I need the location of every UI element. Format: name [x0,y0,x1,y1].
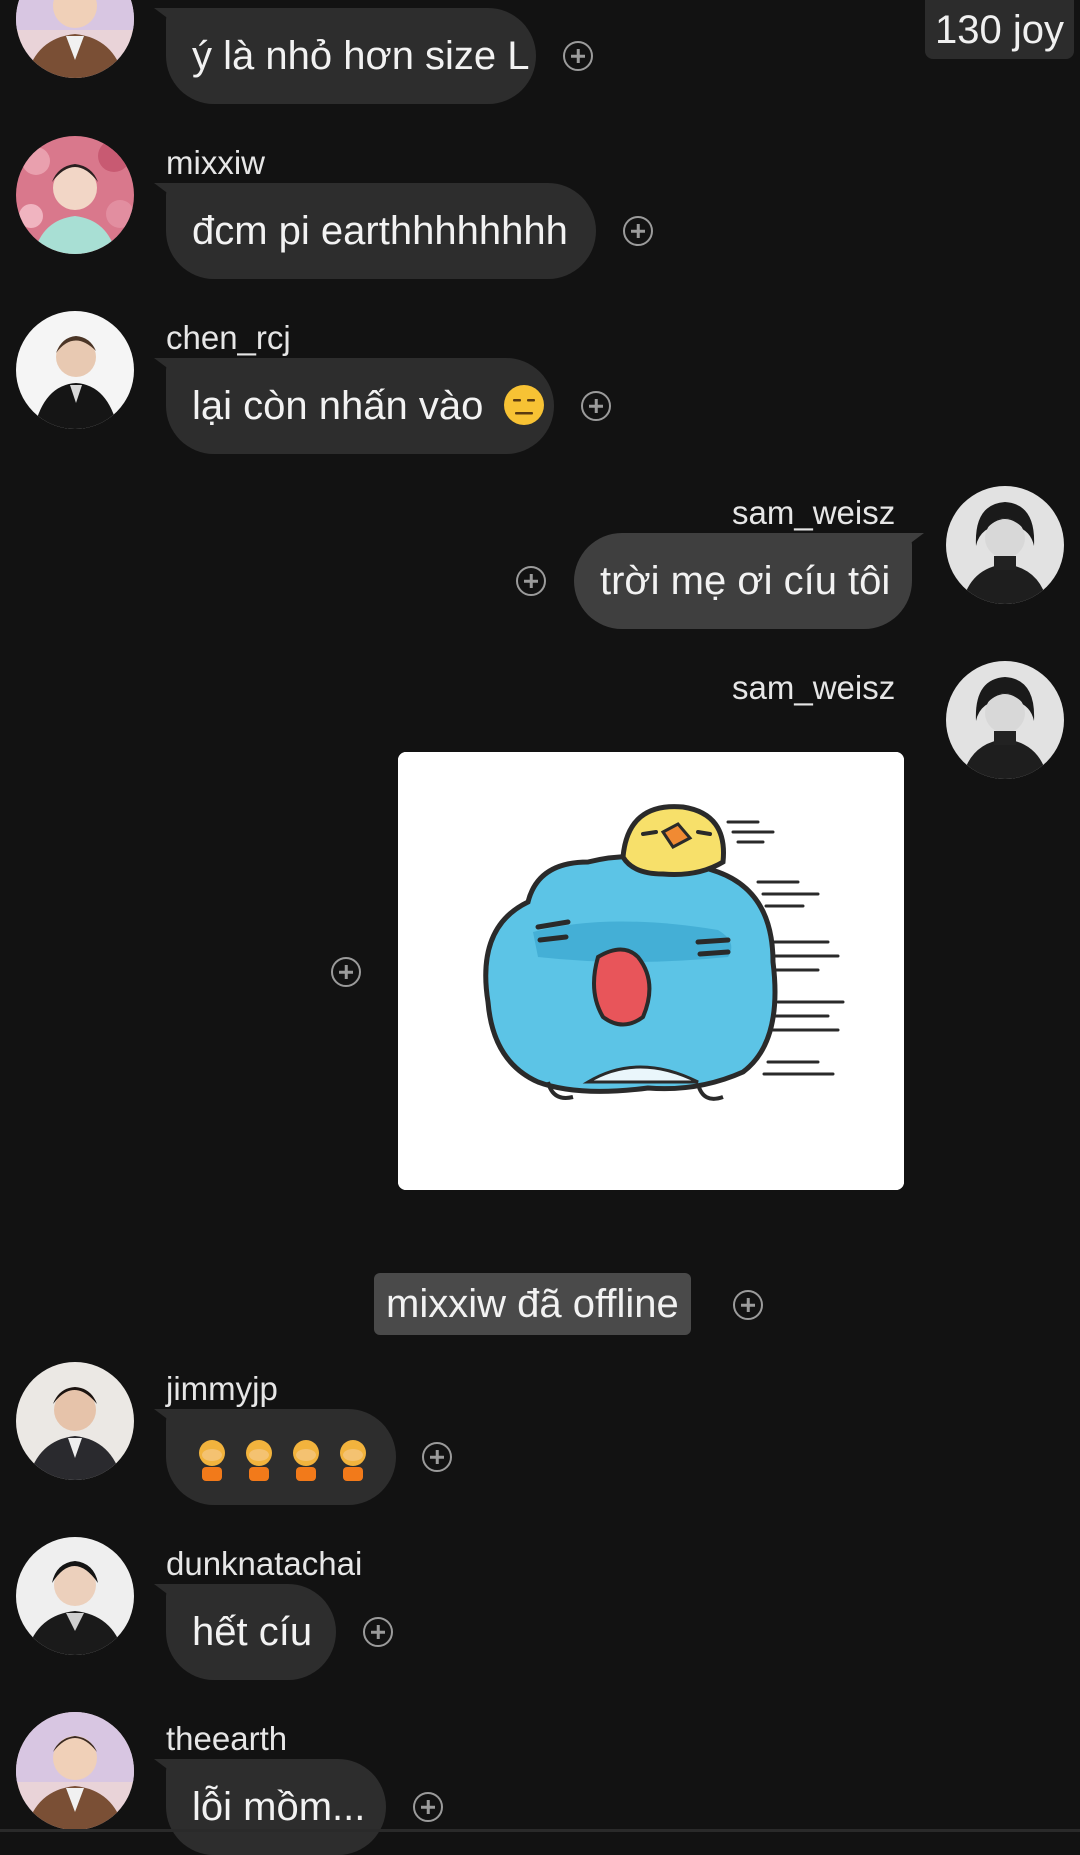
avatar-mixxiw[interactable] [16,136,134,254]
username[interactable]: jimmyjp [166,1370,278,1408]
message-text: lại còn nhấn vào [192,384,484,428]
message-text: đcm pi earthhhhhhhh [192,209,568,253]
react-plus-icon[interactable] [413,1792,443,1822]
facepalm-emoji-icon [246,1440,272,1482]
username[interactable]: sam_weisz [732,669,895,707]
react-plus-icon[interactable] [581,391,611,421]
message-bubble[interactable]: hết cíu [154,1584,336,1680]
react-plus-icon[interactable] [733,1290,763,1320]
username[interactable]: chen_rcj [166,319,291,357]
system-status-message: mixxiw đã offline [374,1273,691,1335]
avatar-sam_weisz[interactable] [946,661,1064,779]
react-plus-icon[interactable] [623,216,653,246]
avatar-chen_rcj[interactable] [16,311,134,429]
facepalm-emoji-icon [199,1440,225,1482]
username[interactable]: sam_weisz [732,494,895,532]
message-text: lỗi mồm... [192,1785,366,1829]
avatar-sam_weisz[interactable] [946,486,1064,604]
react-plus-icon[interactable] [363,1617,393,1647]
message-bubble[interactable]: trời mẹ ơi cíu tôi [574,533,924,629]
react-plus-icon[interactable] [516,566,546,596]
man-pink-flowers-avatar-icon [16,136,134,254]
avatar-theearth[interactable] [16,0,134,78]
facepalm-emoji-icon [340,1440,366,1482]
react-plus-icon[interactable] [422,1442,452,1472]
sticker-image[interactable] [398,752,904,1190]
system-text: mixxiw đã offline [386,1282,679,1326]
message-bubble[interactable]: ý là nhỏ hơn size L [154,8,536,104]
woman-black-turtleneck-avatar-icon [946,486,1064,604]
message-bubble[interactable]: lại còn nhấn vào [154,358,554,454]
man-black-jacket-avatar-icon [16,1537,134,1655]
neutral-face-emoji-icon [504,385,545,426]
message-bubble[interactable]: đcm pi earthhhhhhhh [154,183,596,279]
man-brown-suit-avatar-icon [16,1712,134,1830]
woman-black-turtleneck-avatar-icon [946,661,1064,779]
avatar-jimmyjp[interactable] [16,1362,134,1480]
avatar-theearth[interactable] [16,1712,134,1830]
message-text: ý là nhỏ hơn size L [192,34,530,78]
man-brown-suit-avatar-icon [16,0,134,78]
facepalm-emoji-icon [293,1440,319,1482]
message-text: trời mẹ ơi cíu tôi [600,559,891,603]
points-text: 130 joy [935,8,1064,52]
message-bubble[interactable] [154,1409,396,1505]
react-plus-icon[interactable] [331,957,361,987]
points-badge: 130 joy [925,0,1074,59]
man-dark-suit-avatar-icon [16,1362,134,1480]
username[interactable]: mixxiw [166,144,265,182]
message-text: hết cíu [192,1610,313,1654]
avatar-dunknatachai[interactable] [16,1537,134,1655]
man-black-suit-avatar-icon [16,311,134,429]
message-bubble[interactable]: lỗi mồm... [154,1759,386,1855]
username[interactable]: theearth [166,1720,287,1758]
username[interactable]: dunknatachai [166,1545,362,1583]
blue-cat-with-yellow-bird-sticker-icon [398,752,904,1190]
react-plus-icon[interactable] [563,41,593,71]
